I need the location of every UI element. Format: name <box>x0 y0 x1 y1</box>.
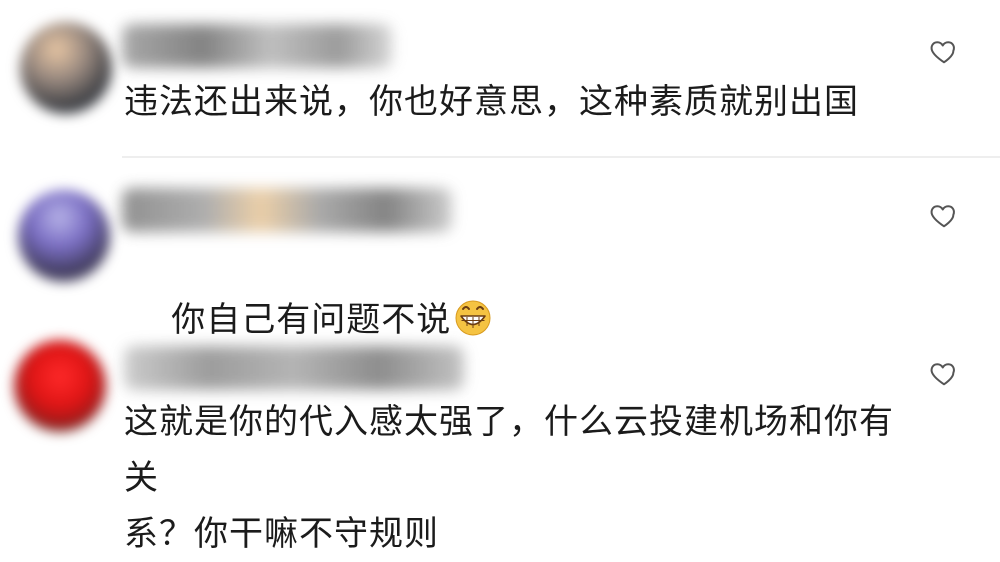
heart-outline-icon[interactable] <box>928 36 960 66</box>
grinning-face-emoji-icon <box>455 300 491 336</box>
heart-outline-icon[interactable] <box>928 358 960 388</box>
comment-text-content: 你自己有问题不说 <box>171 300 452 340</box>
username-blurred[interactable] <box>122 188 452 232</box>
comment-text: 这就是你的代入感太强了，什么云投建机场和你有关 系？你干嘛不守规则 <box>124 402 894 554</box>
heart-outline-icon[interactable] <box>928 200 960 230</box>
comment-text: 违法还出来说，你也好意思，这种素质就别出国 <box>124 82 859 122</box>
avatar[interactable] <box>14 340 106 432</box>
avatar[interactable] <box>20 22 112 114</box>
username-blurred[interactable] <box>122 24 392 68</box>
avatar[interactable] <box>18 190 110 282</box>
divider <box>122 156 1000 158</box>
username-blurred[interactable] <box>124 346 464 390</box>
